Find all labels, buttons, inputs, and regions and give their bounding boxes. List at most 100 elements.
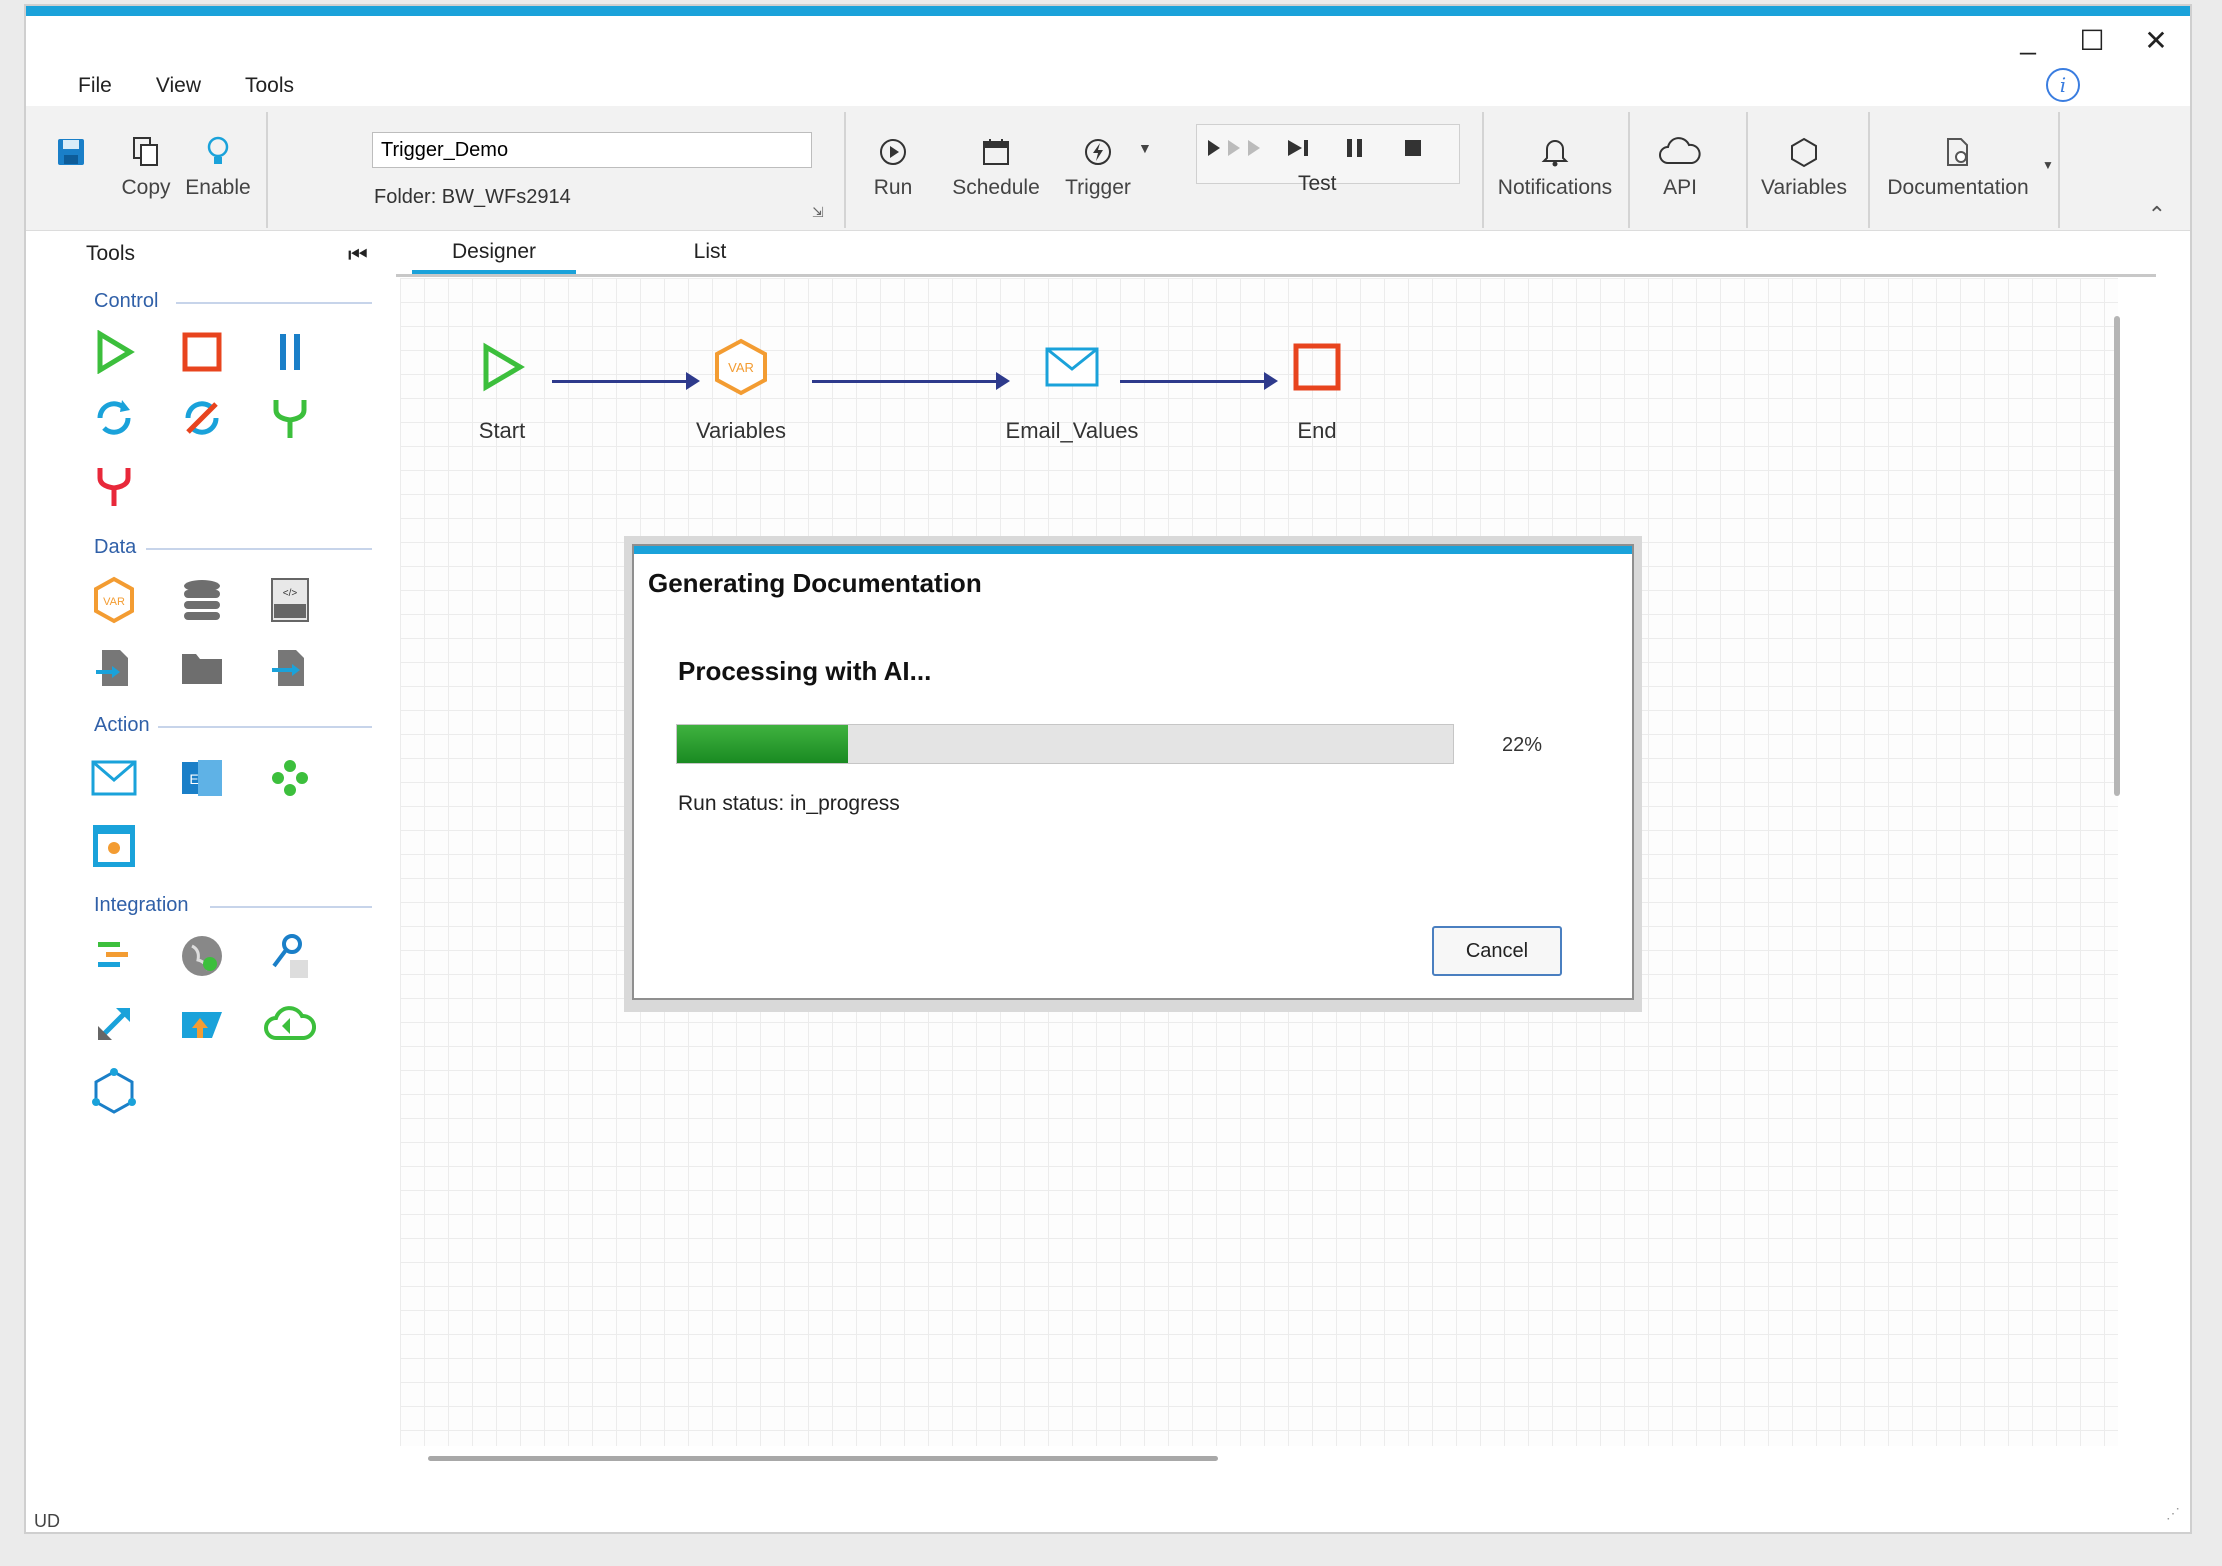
trigger-label: Trigger	[1065, 176, 1131, 199]
variables-node-icon: VAR	[686, 332, 796, 402]
tab-list[interactable]: List	[680, 240, 740, 264]
node-label: Email_Values	[1005, 418, 1139, 443]
collapse-pane-icon[interactable]: ⏮	[348, 242, 368, 268]
collapse-ribbon-icon[interactable]: ⌃	[2148, 202, 2166, 228]
section-action: Action	[94, 714, 150, 736]
menu-view[interactable]: View	[156, 74, 201, 98]
database-tool-icon[interactable]	[174, 572, 230, 628]
separator	[1482, 112, 1484, 228]
variables-button[interactable]: Variables	[1754, 128, 1854, 200]
window-controls: _ ☐ ✕	[2014, 24, 2170, 57]
documentation-button[interactable]: Documentation	[1878, 128, 2038, 200]
menu-file[interactable]: File	[78, 74, 112, 98]
folder-label: Folder: BW_WFs2914	[374, 186, 571, 208]
list-transform-tool-icon[interactable]	[86, 928, 142, 984]
parallel-tool-icon[interactable]	[262, 324, 318, 380]
network-tool-icon[interactable]	[86, 1064, 142, 1120]
end-tool-icon[interactable]	[174, 324, 230, 380]
dialog-message: Processing with AI...	[678, 656, 932, 686]
documentation-dropdown-icon[interactable]: ▼	[2042, 158, 2054, 172]
stop-icon[interactable]	[1402, 136, 1424, 166]
workflow-node-end[interactable]: End	[1282, 332, 1352, 444]
pause-icon[interactable]	[1344, 136, 1366, 166]
save-button[interactable]	[56, 128, 86, 176]
app-window-tool-icon[interactable]	[86, 818, 142, 874]
run-all-icon[interactable]	[1206, 136, 1270, 166]
run-button[interactable]: Run	[868, 128, 918, 200]
separator	[1628, 112, 1630, 228]
separator	[1746, 112, 1748, 228]
step-icon[interactable]	[1286, 136, 1314, 166]
divider	[210, 906, 372, 908]
bell-icon	[1490, 128, 1620, 176]
connector-arrow	[1120, 372, 1278, 390]
maximize-button[interactable]: ☐	[2078, 24, 2106, 57]
horizontal-scrollbar[interactable]	[428, 1456, 1218, 1461]
email-tool-icon[interactable]	[86, 750, 142, 806]
cloud-icon	[1652, 128, 1708, 176]
connector-arrow	[552, 372, 700, 390]
script-tool-icon[interactable]: </>	[262, 572, 318, 628]
view-tabs: Designer List	[396, 240, 2156, 277]
enable-button[interactable]: Enable	[184, 128, 252, 200]
run-status: Run status: in_progress	[678, 792, 900, 815]
copy-button[interactable]: Copy	[118, 128, 174, 200]
trigger-dropdown-icon[interactable]: ▼	[1138, 140, 1152, 156]
cloud-sync-tool-icon[interactable]	[262, 996, 318, 1052]
workflow-node-start[interactable]: Start	[462, 332, 542, 444]
trigger-button[interactable]: Trigger	[1062, 128, 1134, 200]
info-icon[interactable]: i	[2046, 68, 2080, 102]
separator	[266, 112, 268, 228]
globe-tool-icon[interactable]	[174, 928, 230, 984]
notifications-label: Notifications	[1497, 176, 1613, 199]
close-button[interactable]: ✕	[2142, 24, 2170, 57]
variables-label: Variables	[1761, 176, 1847, 199]
section-data: Data	[94, 536, 137, 558]
test-label: Test	[1298, 172, 1337, 195]
workflow-name-input[interactable]	[372, 132, 812, 168]
nodes-tool-icon[interactable]	[262, 750, 318, 806]
schedule-button[interactable]: Schedule	[950, 128, 1042, 200]
email-node-icon	[992, 332, 1152, 402]
folder-tool-icon[interactable]	[174, 640, 230, 696]
dialog-launcher-icon[interactable]: ⇲	[812, 204, 824, 221]
section-control: Control	[94, 290, 159, 312]
branch-tool-icon[interactable]	[262, 390, 318, 446]
vertical-scrollbar[interactable]	[2114, 316, 2120, 796]
file-import-tool-icon[interactable]	[262, 640, 318, 696]
divider	[158, 726, 372, 728]
file-transfer-tool-icon[interactable]	[86, 640, 142, 696]
tools-pane-title: Tools	[86, 242, 136, 265]
variables-tool-icon[interactable]: VAR	[86, 572, 142, 628]
stop-loop-tool-icon[interactable]	[174, 390, 230, 446]
excel-tool-icon[interactable]: E	[174, 750, 230, 806]
merge-tool-icon[interactable]	[86, 458, 142, 514]
notifications-button[interactable]: Notifications	[1490, 128, 1620, 200]
loop-tool-icon[interactable]	[86, 390, 142, 446]
svg-text:VAR: VAR	[728, 360, 754, 375]
minimize-button[interactable]: _	[2014, 24, 2042, 57]
lightning-circle-icon	[1062, 128, 1134, 176]
resize-grip-icon[interactable]: ⋰	[2166, 1505, 2180, 1522]
key-tool-icon[interactable]	[262, 928, 318, 984]
connector-arrow	[812, 372, 1010, 390]
tab-designer[interactable]: Designer	[412, 240, 576, 274]
separator	[844, 112, 846, 228]
end-node-icon	[1282, 332, 1352, 402]
menu-tools[interactable]: Tools	[245, 74, 294, 98]
workflow-node-email-values[interactable]: Email_Values	[992, 332, 1152, 444]
api-label: API	[1663, 176, 1697, 199]
expand-tool-icon[interactable]	[86, 996, 142, 1052]
start-tool-icon[interactable]	[86, 324, 142, 380]
dialog-title: Generating Documentation	[648, 568, 982, 598]
svg-text:VAR: VAR	[103, 596, 125, 608]
progress-fill	[677, 725, 848, 763]
save-icon	[56, 128, 86, 176]
api-button[interactable]: API	[1652, 128, 1708, 200]
upload-tool-icon[interactable]	[174, 996, 230, 1052]
dialog-accent-bar	[634, 546, 1632, 554]
lightbulb-icon	[184, 128, 252, 176]
workflow-node-variables[interactable]: VAR Variables	[686, 332, 796, 444]
menu-bar: File View Tools	[78, 74, 294, 98]
cancel-button[interactable]: Cancel	[1432, 926, 1562, 976]
